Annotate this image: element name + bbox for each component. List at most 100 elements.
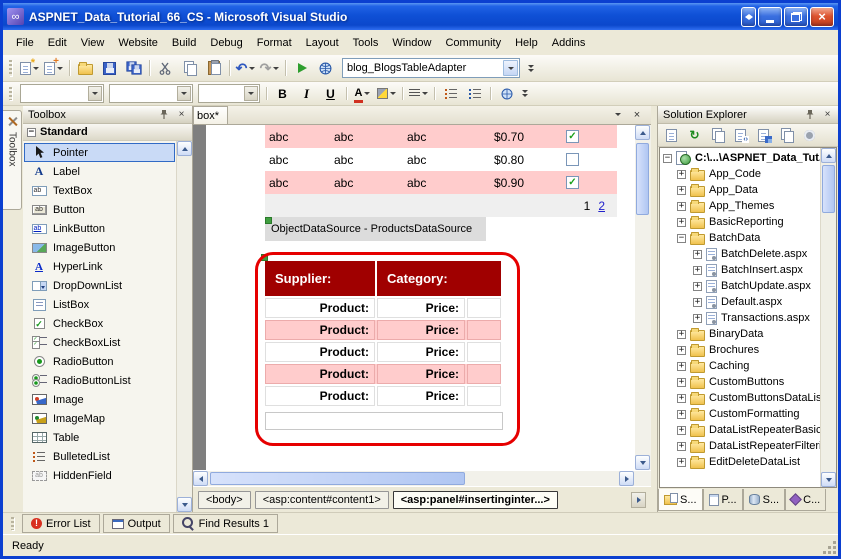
expand-glyph[interactable]: + xyxy=(677,394,686,403)
toolbox-item-table[interactable]: Table xyxy=(24,428,175,447)
tree-node-file[interactable]: +Transactions.aspx xyxy=(662,310,819,326)
tree-node-folder[interactable]: +App_Data xyxy=(662,182,819,198)
tab-class-view[interactable]: C... xyxy=(785,489,826,511)
expand-glyph[interactable]: + xyxy=(677,330,686,339)
toolbox-item-label[interactable]: ALabel xyxy=(24,162,175,181)
toolbox-item-image[interactable]: Image xyxy=(24,390,175,409)
properties-button[interactable] xyxy=(661,126,682,145)
scroll-down-button[interactable] xyxy=(177,497,192,512)
expand-glyph[interactable]: + xyxy=(677,346,686,355)
hyperlink-button[interactable] xyxy=(495,83,518,104)
smart-tag-anchor-icon[interactable] xyxy=(265,217,272,224)
toolbox-item-dropdownlist[interactable]: DropDownList xyxy=(24,276,175,295)
tree-node-folder[interactable]: +App_Themes xyxy=(662,198,819,214)
objectdatasource-control[interactable]: ObjectDataSource - ProductsDataSource xyxy=(265,217,486,241)
expand-glyph[interactable]: + xyxy=(677,170,686,179)
tree-node-folder[interactable]: +App_Code xyxy=(662,166,819,182)
view-in-browser-button[interactable] xyxy=(314,58,337,79)
tag-scroll-right-button[interactable] xyxy=(631,492,646,508)
menu-layout[interactable]: Layout xyxy=(299,33,346,53)
resize-grip[interactable] xyxy=(823,541,837,555)
tab-error-list[interactable]: !Error List xyxy=(22,514,100,533)
tab-output[interactable]: Output xyxy=(103,514,170,533)
save-button[interactable] xyxy=(98,58,121,79)
expand-glyph[interactable]: + xyxy=(677,458,686,467)
auto-hide-pin-button[interactable] xyxy=(156,108,171,122)
start-debugging-button[interactable] xyxy=(290,58,313,79)
toolbar-options-button[interactable] xyxy=(519,90,531,97)
tag-content-button[interactable]: <asp:content#content1> xyxy=(255,491,389,509)
expand-glyph[interactable]: + xyxy=(693,298,702,307)
menu-window[interactable]: Window xyxy=(385,33,438,53)
undo-button[interactable]: ↶ xyxy=(234,58,257,79)
editor-horizontal-scrollbar[interactable] xyxy=(193,470,651,486)
toolbox-item-radiobutton[interactable]: RadioButton xyxy=(24,352,175,371)
tab-find-results[interactable]: Find Results 1 xyxy=(173,514,278,533)
toolbox-scrollbar[interactable] xyxy=(176,141,192,512)
toolbox-item-imagebutton[interactable]: ImageButton xyxy=(24,238,175,257)
expand-glyph[interactable]: + xyxy=(693,282,702,291)
expand-glyph[interactable]: + xyxy=(677,410,686,419)
scroll-down-button[interactable] xyxy=(821,472,836,487)
cut-button[interactable] xyxy=(154,58,177,79)
add-new-item-button[interactable] xyxy=(42,58,65,79)
menu-build[interactable]: Build xyxy=(165,33,203,53)
expand-glyph[interactable]: + xyxy=(693,314,702,323)
toolbox-item-checkboxlist[interactable]: CheckBoxList xyxy=(24,333,175,352)
toolbox-item-hiddenfield[interactable]: abHiddenField xyxy=(24,466,175,485)
menu-format[interactable]: Format xyxy=(250,33,299,53)
new-website-button[interactable] xyxy=(18,58,41,79)
redo-button[interactable]: ↷ xyxy=(258,58,281,79)
tab-properties[interactable]: P... xyxy=(703,489,743,511)
menu-addins[interactable]: Addins xyxy=(545,33,593,53)
toolbox-item-checkbox[interactable]: ✓CheckBox xyxy=(24,314,175,333)
tree-node-folder[interactable]: +BinaryData xyxy=(662,326,819,342)
tab-server-explorer[interactable]: S... xyxy=(743,489,786,511)
close-button[interactable]: × xyxy=(810,7,834,27)
underline-button[interactable]: U xyxy=(319,83,342,104)
copy-button[interactable] xyxy=(178,58,201,79)
collapse-glyph[interactable]: − xyxy=(27,128,36,137)
smart-tag-anchor-icon[interactable] xyxy=(261,254,268,261)
document-tab[interactable]: box* xyxy=(193,106,228,124)
expand-glyph[interactable]: + xyxy=(693,250,702,259)
tree-node-folder[interactable]: +Brochures xyxy=(662,342,819,358)
menu-edit[interactable]: Edit xyxy=(41,33,74,53)
tree-node-folder[interactable]: +EditDeleteDataList xyxy=(662,454,819,470)
toolbox-item-bulletedlist[interactable]: BulletedList xyxy=(24,447,175,466)
alignment-button[interactable] xyxy=(407,83,430,104)
toolbox-item-listbox[interactable]: ListBox xyxy=(24,295,175,314)
tree-node-file[interactable]: +BatchUpdate.aspx xyxy=(662,278,819,294)
toolbox-item-textbox[interactable]: abTextBox xyxy=(24,181,175,200)
restore-button[interactable] xyxy=(784,7,808,27)
bold-button[interactable]: B xyxy=(271,83,294,104)
view-designer-button[interactable] xyxy=(753,126,774,145)
tree-node-root[interactable]: −C:\...\ASPNET_Data_Tut... xyxy=(662,150,819,166)
menu-tools[interactable]: Tools xyxy=(346,33,386,53)
aspnet-configuration-button[interactable] xyxy=(799,126,820,145)
view-code-button[interactable]: ‹› xyxy=(730,126,751,145)
tree-node-folder[interactable]: +DataListRepeaterBasics xyxy=(662,422,819,438)
toolbar-grip[interactable] xyxy=(9,87,12,100)
design-canvas[interactable]: abc abc abc $0.70 ✓ abc abc abc $0.80 xyxy=(193,125,635,470)
expand-glyph[interactable]: − xyxy=(663,154,672,163)
highlight-button[interactable] xyxy=(375,83,398,104)
expand-glyph[interactable]: + xyxy=(677,218,686,227)
scrollbar-thumb[interactable] xyxy=(210,472,465,485)
menu-help[interactable]: Help xyxy=(508,33,545,53)
row-checkbox[interactable]: ✓ xyxy=(566,176,579,189)
menu-website[interactable]: Website xyxy=(111,33,165,53)
tree-scrollbar[interactable] xyxy=(820,148,836,487)
close-toolbox-button[interactable]: × xyxy=(174,108,189,122)
font-color-button[interactable]: A xyxy=(351,83,374,104)
tab-solution-explorer[interactable]: S... xyxy=(658,489,703,511)
expand-glyph[interactable]: + xyxy=(677,186,686,195)
pager-page-link[interactable]: 2 xyxy=(598,199,605,213)
toolbox-item-hyperlink[interactable]: AHyperLink xyxy=(24,257,175,276)
tree-node-folder[interactable]: +CustomButtonsDataList xyxy=(662,390,819,406)
save-all-button[interactable] xyxy=(122,58,145,79)
menu-debug[interactable]: Debug xyxy=(203,33,249,53)
tree-node-file[interactable]: +BatchDelete.aspx xyxy=(662,246,819,262)
toolbar-grip[interactable] xyxy=(9,60,12,76)
active-files-dropdown-button[interactable] xyxy=(610,107,626,122)
